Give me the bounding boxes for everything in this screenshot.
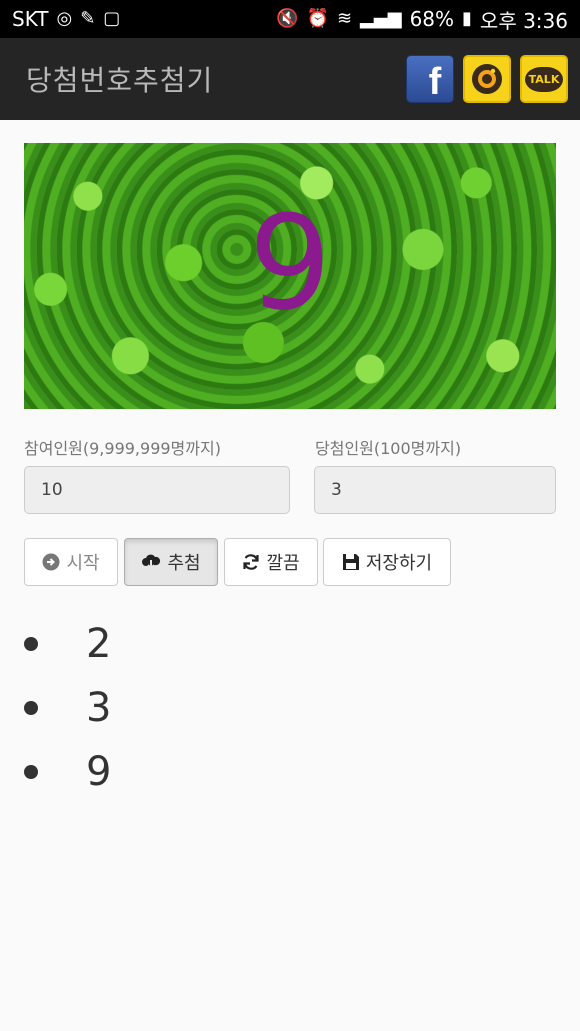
participants-input[interactable] <box>24 466 290 514</box>
save-button[interactable]: 저장하기 <box>323 538 451 586</box>
status-bar: SKT ◎ ✎ ▢ 🔇 ⏰ ≋ ▂▄▆ 68% ▮ 오후 3:36 <box>0 0 580 38</box>
refresh-icon <box>243 554 260 570</box>
start-button-label: 시작 <box>66 553 100 574</box>
kakaotalk-share-button[interactable]: TALK <box>520 55 568 103</box>
result-list: 2 3 9 <box>24 612 111 804</box>
result-number: 9 <box>86 749 112 795</box>
draw-button-label: 추첨 <box>167 553 201 574</box>
status-right: 🔇 ⏰ ≋ ▂▄▆ 68% ▮ 오후 3:36 <box>276 5 568 34</box>
list-item: 2 <box>24 612 111 676</box>
carrier-label: SKT <box>12 7 49 31</box>
clover-banner: 9 <box>24 143 556 409</box>
instagram-icon: ◎ <box>56 8 73 29</box>
arrow-circle-right-icon <box>42 553 60 571</box>
floppy-disk-icon <box>342 554 359 570</box>
clear-button-label: 깔끔 <box>266 553 300 574</box>
signal-icon: ▂▄▆ <box>360 8 402 29</box>
bullet-icon <box>24 701 38 715</box>
app-title: 당첨번호추첨기 <box>26 64 214 97</box>
winners-label: 당첨인원(100명까지) <box>315 439 462 458</box>
share-buttons: f TALK <box>406 55 568 103</box>
participants-label: 참여인원(9,999,999명까지) <box>24 439 221 458</box>
wifi-icon: ≋ <box>336 8 353 29</box>
battery-icon: ▮ <box>462 8 472 29</box>
winners-input[interactable] <box>314 466 556 514</box>
result-number: 3 <box>86 685 112 731</box>
kakaotalk-icon: TALK <box>524 66 564 92</box>
status-left: SKT ◎ ✎ ▢ <box>12 7 120 31</box>
start-button[interactable]: 시작 <box>24 538 118 586</box>
clock: 오후 3:36 <box>479 8 568 33</box>
drawn-number-display: 9 <box>248 187 332 339</box>
save-button-label: 저장하기 <box>365 553 433 574</box>
list-item: 9 <box>24 740 111 804</box>
screenshot-icon: ▢ <box>103 8 121 29</box>
mute-icon: 🔇 <box>276 8 299 29</box>
bullet-icon <box>24 765 38 779</box>
list-item: 3 <box>24 676 111 740</box>
draw-button[interactable]: 추첨 <box>124 538 218 586</box>
facebook-icon: f <box>428 60 442 103</box>
kakaostory-icon <box>472 64 502 94</box>
clear-button[interactable]: 깔끔 <box>224 538 318 586</box>
alarm-icon: ⏰ <box>306 8 329 29</box>
battery-percent: 68% <box>409 7 455 31</box>
cloud-download-icon <box>142 554 161 571</box>
kakaostory-share-button[interactable] <box>463 55 511 103</box>
notification-icon: ✎ <box>80 8 96 29</box>
bullet-icon <box>24 637 38 651</box>
app-bar: 당첨번호추첨기 f TALK <box>0 38 580 120</box>
result-number: 2 <box>86 621 112 667</box>
facebook-share-button[interactable]: f <box>406 55 454 103</box>
